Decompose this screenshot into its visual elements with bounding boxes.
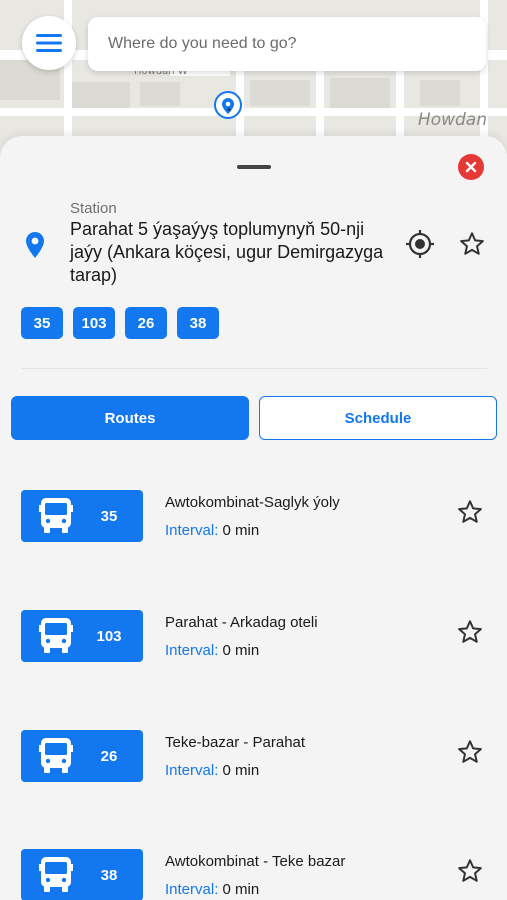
route-chip[interactable]: 103 xyxy=(73,307,115,339)
close-button[interactable] xyxy=(458,154,484,180)
star-outline-icon xyxy=(458,859,482,882)
hamburger-icon xyxy=(36,34,62,52)
search-input[interactable]: Where do you need to go? xyxy=(88,17,486,71)
route-name: Awtokombinat-Saglyk ýoly xyxy=(165,494,340,511)
crosshair-icon xyxy=(406,230,434,258)
interval-label: Interval: xyxy=(165,762,219,779)
station-sheet: Station Parahat 5 ýaşaýyş toplumynyň 50-… xyxy=(0,136,507,900)
route-interval: Interval: 0 min xyxy=(165,522,259,539)
interval-value: 0 min xyxy=(222,762,260,779)
route-row[interactable]: 26 Teke-bazar - Parahat Interval: 0 min xyxy=(0,730,507,790)
favorite-route-button[interactable] xyxy=(456,498,484,531)
star-outline-icon xyxy=(460,232,484,255)
interval-label: Interval: xyxy=(165,881,219,898)
route-number: 103 xyxy=(96,627,122,645)
route-interval: Interval: 0 min xyxy=(165,762,259,779)
route-interval: Interval: 0 min xyxy=(165,881,259,898)
favorite-route-button[interactable] xyxy=(456,618,484,651)
map-label-howdan: Howdan xyxy=(417,110,487,130)
star-outline-icon xyxy=(458,620,482,643)
route-chip[interactable]: 26 xyxy=(125,307,167,339)
route-badge: 103 xyxy=(21,610,143,662)
interval-label: Interval: xyxy=(165,522,219,539)
station-type-label: Station xyxy=(70,200,117,217)
tab-routes[interactable]: Routes xyxy=(11,396,249,440)
route-row[interactable]: 103 Parahat - Arkadag oteli Interval: 0 … xyxy=(0,610,507,670)
interval-value: 0 min xyxy=(222,522,260,539)
route-number: 35 xyxy=(100,507,118,525)
location-pin-icon xyxy=(26,232,44,263)
route-interval: Interval: 0 min xyxy=(165,642,259,659)
route-number: 26 xyxy=(100,747,118,765)
route-row[interactable]: 35 Awtokombinat-Saglyk ýoly Interval: 0 … xyxy=(0,490,507,550)
interval-value: 0 min xyxy=(222,642,260,659)
bus-icon xyxy=(39,618,73,653)
drag-handle[interactable] xyxy=(237,165,271,169)
route-name: Parahat - Arkadag oteli xyxy=(165,614,318,631)
interval-value: 0 min xyxy=(222,881,260,898)
route-chips: 35 103 26 38 xyxy=(21,307,219,339)
star-outline-icon xyxy=(458,740,482,763)
divider xyxy=(22,368,487,369)
route-badge: 38 xyxy=(21,849,143,900)
search-placeholder: Where do you need to go? xyxy=(108,35,297,52)
star-outline-icon xyxy=(458,500,482,523)
route-number: 38 xyxy=(100,866,118,884)
close-icon xyxy=(465,161,477,173)
route-chip[interactable]: 35 xyxy=(21,307,63,339)
route-badge: 26 xyxy=(21,730,143,782)
bus-icon xyxy=(39,857,73,892)
route-name: Awtokombinat - Teke bazar xyxy=(165,853,346,870)
menu-button[interactable] xyxy=(22,16,76,70)
route-name: Teke-bazar - Parahat xyxy=(165,734,306,751)
bus-icon xyxy=(39,738,73,773)
route-badge: 35 xyxy=(21,490,143,542)
bus-icon xyxy=(39,498,73,533)
interval-label: Interval: xyxy=(165,642,219,659)
favorite-route-button[interactable] xyxy=(456,738,484,771)
station-name: Parahat 5 ýaşaýyş toplumynyň 50-nji jaýy… xyxy=(70,219,384,285)
route-row[interactable]: 38 Awtokombinat - Teke bazar Interval: 0… xyxy=(0,849,507,900)
route-chip[interactable]: 38 xyxy=(177,307,219,339)
tab-schedule[interactable]: Schedule xyxy=(259,396,497,440)
favorite-route-button[interactable] xyxy=(456,857,484,890)
locate-button[interactable] xyxy=(405,229,435,264)
favorite-station-button[interactable] xyxy=(458,230,486,263)
